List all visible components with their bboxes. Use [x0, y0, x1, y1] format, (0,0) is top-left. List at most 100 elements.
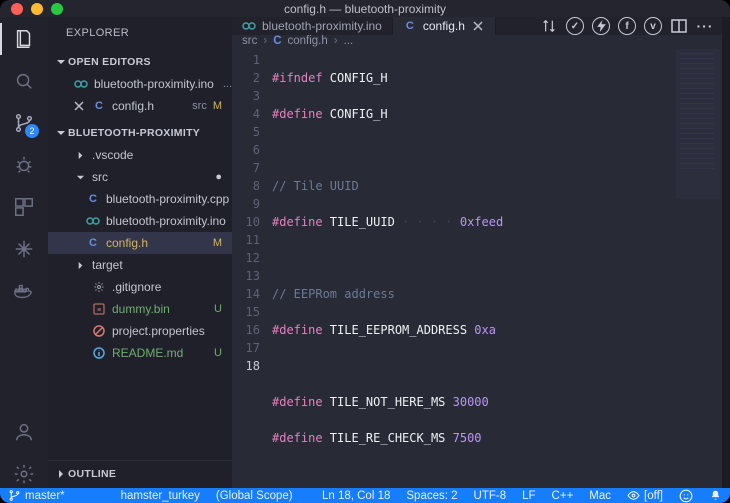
- tab-ino[interactable]: bluetooth-proximity.ino: [232, 17, 393, 35]
- bug-icon: [13, 154, 35, 176]
- tree-label: project.properties: [112, 324, 232, 338]
- chevron-right-icon: ›: [334, 35, 338, 47]
- outline-label: OUTLINE: [68, 468, 116, 480]
- tree-label: config.h: [106, 236, 207, 250]
- chevron-right-icon: [74, 261, 86, 270]
- git-status: M: [213, 100, 222, 112]
- info-icon: [92, 347, 106, 359]
- activity-account[interactable]: [10, 418, 38, 446]
- extensions-icon: [13, 196, 35, 218]
- maximize-window-button[interactable]: [51, 3, 63, 15]
- c-file-icon: C: [273, 35, 281, 47]
- chevron-right-icon: ›: [263, 35, 267, 47]
- chevron-right-icon: [74, 151, 86, 160]
- c-file-icon: C: [403, 20, 417, 32]
- search-icon: [13, 70, 35, 92]
- tree-label: bluetooth-proximity.cpp: [106, 192, 232, 206]
- svg-text:≡: ≡: [97, 307, 101, 314]
- chevron-right-icon: [54, 469, 68, 479]
- tree-file[interactable]: bluetooth-proximity.ino: [48, 210, 232, 232]
- action-flash-icon[interactable]: [592, 17, 610, 35]
- action-v-icon[interactable]: v: [644, 17, 662, 35]
- open-editors-header[interactable]: OPEN EDITORS: [48, 51, 232, 73]
- tree-file[interactable]: ≡ dummy.bin U: [48, 298, 232, 320]
- editor-group: bluetooth-proximity.ino C config.h ✓ f v…: [232, 17, 722, 488]
- code-editor[interactable]: 123456789101112131415161718 #ifndef CONF…: [232, 47, 722, 503]
- tree-label: .gitignore: [112, 280, 232, 294]
- close-icon[interactable]: [72, 101, 86, 111]
- activity-settings[interactable]: [10, 460, 38, 488]
- open-editor-item[interactable]: C config.h src M: [48, 95, 232, 117]
- tab-label: config.h: [423, 19, 465, 33]
- outline-header[interactable]: OUTLINE: [48, 463, 232, 485]
- account-icon: [13, 421, 35, 443]
- split-editor-icon[interactable]: [670, 17, 688, 35]
- docker-icon: [13, 281, 35, 301]
- code-content[interactable]: #ifndef CONFIG_H #define CONFIG_H // Til…: [272, 47, 722, 503]
- git-status: ●: [215, 171, 222, 183]
- open-editor-suffix: src: [192, 100, 207, 112]
- folder-section: BLUETOOTH-PROXIMITY .vscode src ● C bl: [48, 120, 232, 367]
- breadcrumb-seg[interactable]: config.h: [288, 35, 328, 47]
- c-file-icon: C: [86, 193, 100, 205]
- gutter: 123456789101112131415161718: [232, 47, 272, 503]
- tree-file[interactable]: project.properties: [48, 320, 232, 342]
- folder-label: BLUETOOTH-PROXIMITY: [68, 127, 200, 139]
- breadcrumb-seg[interactable]: src: [242, 35, 257, 47]
- activity-scm[interactable]: 2: [10, 109, 38, 137]
- tab-close-button[interactable]: [471, 19, 485, 33]
- tab-actions: ✓ f v ···: [540, 17, 722, 35]
- tree-folder[interactable]: target: [48, 254, 232, 276]
- activity-extensions[interactable]: [10, 193, 38, 221]
- activity-bar: 2: [0, 17, 48, 488]
- chevron-down-icon: [74, 173, 86, 182]
- action-f-icon[interactable]: f: [618, 17, 636, 35]
- compare-icon[interactable]: [540, 17, 558, 35]
- activity-docker[interactable]: [10, 277, 38, 305]
- branch-icon: [8, 489, 21, 502]
- no-icon: [92, 325, 106, 337]
- sidebar-title: EXPLORER: [48, 17, 232, 49]
- titlebar: config.h — bluetooth-proximity: [0, 0, 730, 17]
- app-window: config.h — bluetooth-proximity 2: [0, 0, 730, 503]
- tree-folder[interactable]: .vscode: [48, 144, 232, 166]
- breadcrumb-seg[interactable]: ...: [344, 35, 354, 47]
- gear-icon: [92, 281, 106, 293]
- tab-label: bluetooth-proximity.ino: [262, 19, 382, 33]
- activity-explorer[interactable]: [10, 25, 38, 53]
- scrollbar[interactable]: [722, 17, 730, 488]
- folder-header[interactable]: BLUETOOTH-PROXIMITY: [48, 122, 232, 144]
- tree-label: README.md: [112, 346, 208, 360]
- sidebar: EXPLORER OPEN EDITORS bluetooth-proximit…: [48, 17, 232, 488]
- tree-label: target: [92, 258, 232, 272]
- arduino-icon: [74, 79, 88, 89]
- tree-file[interactable]: .gitignore: [48, 276, 232, 298]
- tree-file[interactable]: README.md U: [48, 342, 232, 364]
- action-check-icon[interactable]: ✓: [566, 17, 584, 35]
- window-title: config.h — bluetooth-proximity: [284, 2, 446, 16]
- git-status: M: [213, 237, 222, 249]
- status-user[interactable]: hamster_turkey: [113, 490, 208, 502]
- git-status: U: [214, 347, 222, 359]
- close-window-button[interactable]: [11, 3, 23, 15]
- activity-debug[interactable]: [10, 151, 38, 179]
- activity-extra1[interactable]: [10, 235, 38, 263]
- tree-file[interactable]: C bluetooth-proximity.cpp: [48, 188, 232, 210]
- status-branch[interactable]: master*: [0, 489, 73, 502]
- minimize-window-button[interactable]: [31, 3, 43, 15]
- open-editor-item[interactable]: bluetooth-proximity.ino ...: [48, 73, 232, 95]
- outline-section: OUTLINE: [48, 460, 232, 488]
- tree-label: src: [92, 170, 209, 184]
- breadcrumb[interactable]: src › C config.h › ...: [232, 35, 722, 47]
- tree-folder[interactable]: src ●: [48, 166, 232, 188]
- tree-file[interactable]: C config.h M: [48, 232, 232, 254]
- binary-icon: ≡: [92, 303, 106, 315]
- activity-search[interactable]: [10, 67, 38, 95]
- more-icon[interactable]: ···: [696, 17, 714, 35]
- gear-icon: [13, 463, 35, 485]
- arduino-icon: [242, 21, 256, 31]
- sparkle-icon: [13, 238, 35, 260]
- tab-config[interactable]: C config.h: [393, 17, 496, 35]
- traffic-lights: [11, 3, 63, 15]
- open-editor-suffix: ...: [223, 78, 232, 90]
